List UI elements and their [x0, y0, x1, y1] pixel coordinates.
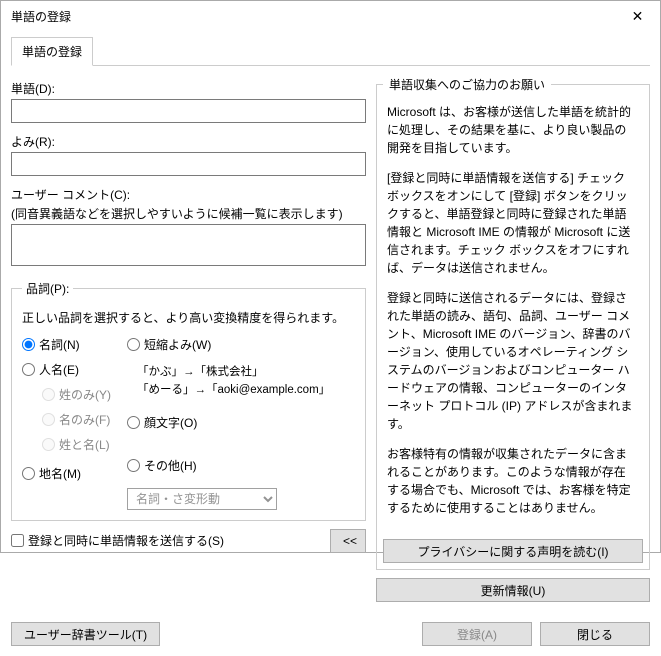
radio-noun[interactable]: 名詞(N) — [22, 336, 111, 353]
tab-bar: 単語の登録 — [11, 37, 650, 66]
pos-hint: 正しい品詞を選択すると、より高い変換精度を得られます。 — [22, 309, 355, 326]
pos-legend: 品詞(P): — [22, 280, 73, 297]
window-title: 単語の登録 — [11, 8, 615, 25]
info-p1: Microsoft は、お客様が送信した単語を統計的に処理し、その結果を基に、よ… — [387, 103, 637, 157]
pos-col-right: 短縮よみ(W) 「かぶ」→「株式会社」 「めーる」→「aoki@example.… — [127, 336, 330, 510]
info-fieldset: 単語収集へのご協力のお願い Microsoft は、お客様が送信した単語を統計的… — [376, 76, 650, 570]
word-label: 単語(D): — [11, 80, 366, 97]
close-icon[interactable]: ✕ — [615, 1, 660, 31]
radio-full-name: 姓と名(L) — [42, 436, 111, 453]
send-row: 登録と同時に単語情報を送信する(S) << — [11, 529, 366, 553]
content-area: 単語の登録 単語(D): よみ(R): ユーザー コメント(C): (同音異義語… — [1, 31, 660, 612]
word-input[interactable] — [11, 99, 366, 123]
comment-label: ユーザー コメント(C): — [11, 186, 366, 203]
comment-hint: (同音異義語などを選択しやすいように候補一覧に表示します) — [11, 205, 366, 222]
comment-input[interactable] — [11, 224, 366, 266]
right-panel: 単語収集へのご協力のお願い Microsoft は、お客様が送信した単語を統計的… — [376, 76, 650, 602]
yomi-input[interactable] — [11, 152, 366, 176]
radio-first-only: 名のみ(F) — [42, 411, 111, 428]
radio-person[interactable]: 人名(E) — [22, 361, 111, 378]
other-pos-combo[interactable]: 名詞・さ変形動 — [127, 488, 277, 510]
titlebar: 単語の登録 ✕ — [1, 1, 660, 31]
footer: ユーザー辞書ツール(T) 登録(A) 閉じる — [1, 612, 660, 656]
user-dict-tool-button[interactable]: ユーザー辞書ツール(T) — [11, 622, 160, 646]
radio-kaomoji[interactable]: 顔文字(O) — [127, 414, 330, 431]
pos-col-left: 名詞(N) 人名(E) 姓のみ(Y) 名のみ(F) 姓と名(L) 地名(M) — [22, 336, 111, 510]
privacy-button[interactable]: プライバシーに関する声明を読む(I) — [383, 539, 643, 563]
short-yomi-examples: 「かぶ」→「株式会社」 「めーる」→「aoki@example.com」 — [137, 363, 330, 400]
left-panel: 単語(D): よみ(R): ユーザー コメント(C): (同音異義語などを選択し… — [11, 76, 366, 602]
info-legend: 単語収集へのご協力のお願い — [383, 76, 551, 93]
close-button[interactable]: 閉じる — [540, 622, 650, 646]
radio-last-only: 姓のみ(Y) — [42, 386, 111, 403]
info-scroll[interactable]: Microsoft は、お客様が送信した単語を統計的に処理し、その結果を基に、よ… — [383, 99, 643, 533]
update-info-button[interactable]: 更新情報(U) — [376, 578, 650, 602]
radio-place[interactable]: 地名(M) — [22, 465, 111, 482]
panels: 単語(D): よみ(R): ユーザー コメント(C): (同音異義語などを選択し… — [11, 76, 650, 602]
info-p4: お客様特有の情報が収集されたデータに含まれることがあります。このような情報が存在… — [387, 445, 637, 517]
info-p2: [登録と同時に単語情報を送信する] チェック ボックスをオンにして [登録] ボ… — [387, 169, 637, 277]
collapse-button[interactable]: << — [330, 529, 366, 553]
dialog-window: 単語の登録 ✕ 単語の登録 単語(D): よみ(R): ユーザー コメント(C)… — [0, 0, 661, 553]
yomi-label: よみ(R): — [11, 133, 366, 150]
radio-other[interactable]: その他(H) — [127, 457, 330, 474]
tab-register-word[interactable]: 単語の登録 — [11, 37, 93, 66]
pos-grid: 名詞(N) 人名(E) 姓のみ(Y) 名のみ(F) 姓と名(L) 地名(M) 短… — [22, 336, 355, 510]
register-button[interactable]: 登録(A) — [422, 622, 532, 646]
radio-short-yomi[interactable]: 短縮よみ(W) — [127, 336, 330, 353]
pos-fieldset: 品詞(P): 正しい品詞を選択すると、より高い変換精度を得られます。 名詞(N)… — [11, 280, 366, 521]
info-p3: 登録と同時に送信されるデータには、登録された単語の読み、語句、品詞、ユーザー コ… — [387, 289, 637, 433]
send-checkbox[interactable]: 登録と同時に単語情報を送信する(S) — [11, 532, 224, 549]
